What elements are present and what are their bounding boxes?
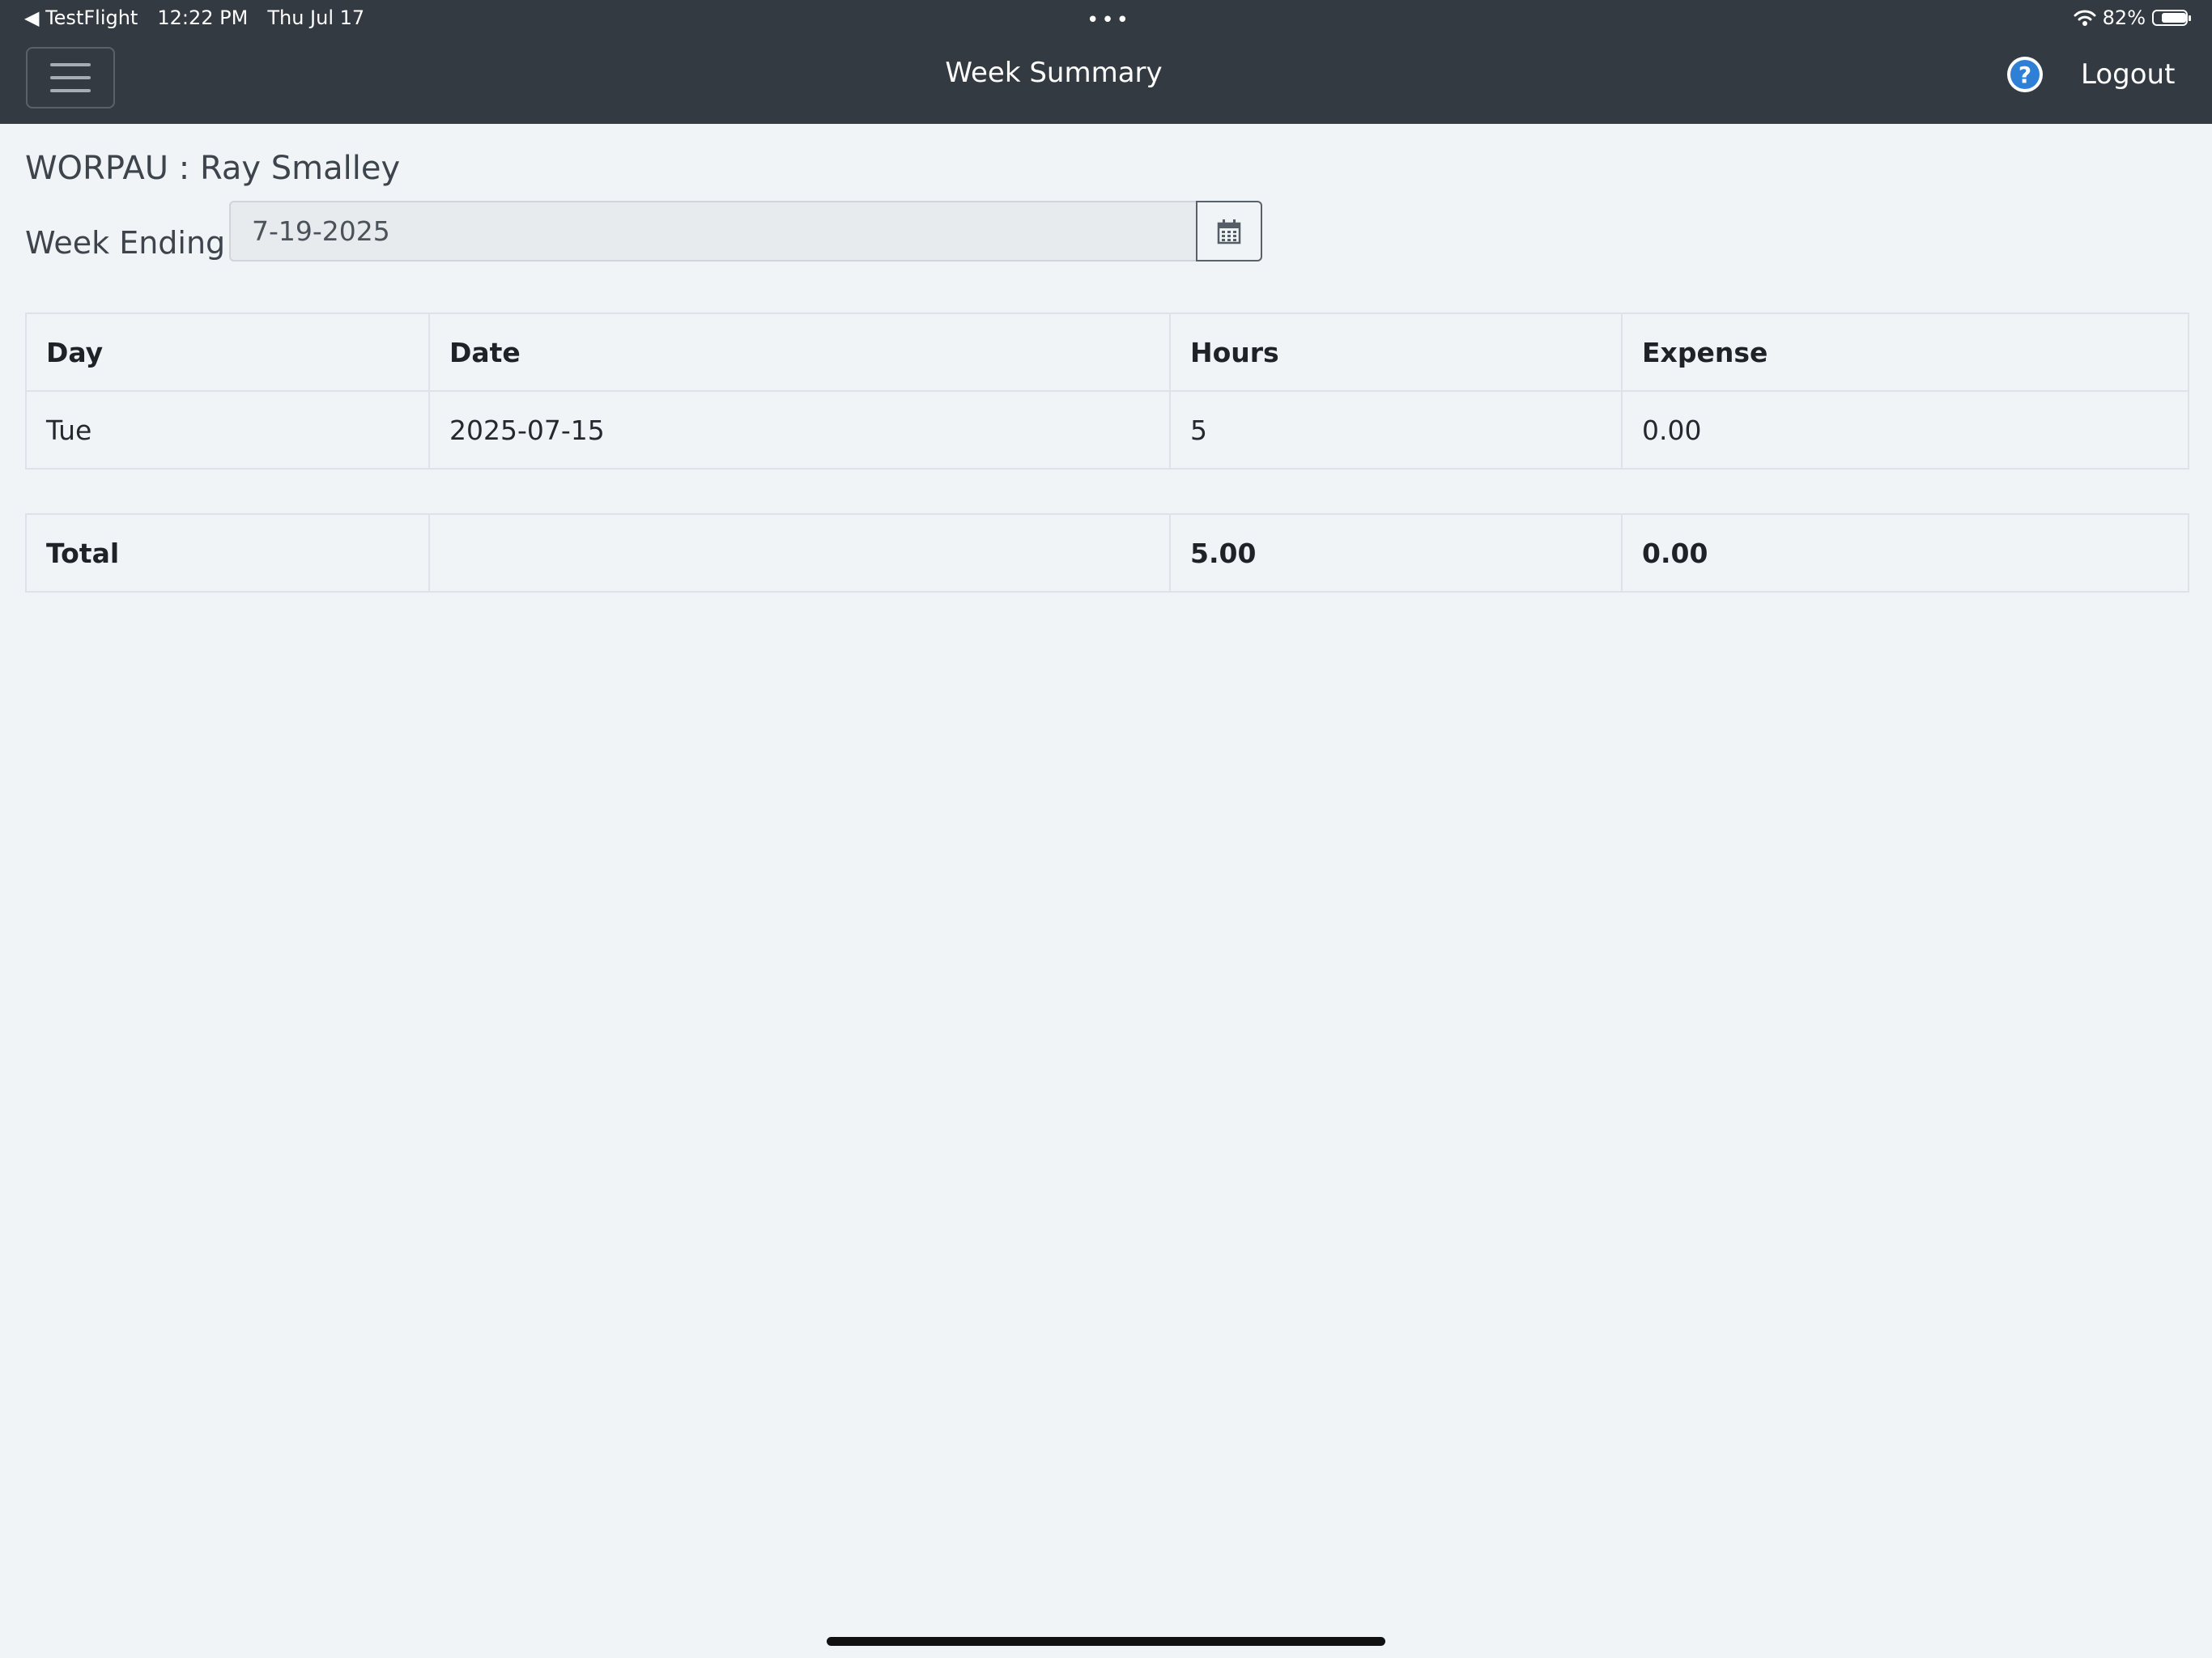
column-header-date: Date [428,312,1171,392]
calendar-icon [1217,219,1241,244]
total-date [428,513,1171,593]
column-header-expense: Expense [1621,312,2189,392]
wifi-icon [2074,10,2096,26]
home-indicator[interactable] [827,1637,1385,1646]
battery-percent: 82% [2102,6,2146,29]
battery-tip [2189,15,2191,21]
table-header-row: Day Date Hours Expense [25,312,2189,392]
battery-icon [2152,10,2191,26]
total-expense: 0.00 [1621,513,2189,593]
page-header-title: Week Summary [945,57,1163,89]
help-glyph: ? [2010,60,2040,89]
back-to-app-link[interactable]: ◀ TestFlight [24,6,138,29]
cell-hours: 5 [1169,390,1623,470]
cell-date: 2025-07-15 [428,390,1171,470]
calendar-button[interactable] [1196,201,1262,261]
table-row[interactable]: Tue 2025-07-15 5 0.00 [25,390,2189,470]
total-label: Total [25,513,430,593]
help-circle-icon[interactable]: ? [2007,57,2043,92]
cell-expense: 0.00 [1621,390,2189,470]
column-header-day: Day [25,312,430,392]
totals-table: Total 5.00 0.00 [25,513,2189,593]
status-date: Thu Jul 17 [267,6,365,29]
totals-row: Total 5.00 0.00 [25,513,2189,593]
week-ending-input[interactable]: 7-19-2025 [229,201,1197,261]
status-time: 12:22 PM [157,6,249,29]
total-hours: 5.00 [1169,513,1623,593]
battery-fill [2162,13,2186,23]
multitasking-dots[interactable]: ••• [1087,8,1131,32]
status-bar-right: 82% [2074,6,2191,29]
cell-day: Tue [25,390,430,470]
status-bar-left: ◀ TestFlight 12:22 PM Thu Jul 17 [24,6,384,29]
column-header-hours: Hours [1169,312,1623,392]
top-navigation-bar: ◀ TestFlight 12:22 PM Thu Jul 17 ••• 82%… [0,0,2212,124]
logout-button[interactable]: Logout [2081,58,2175,91]
week-ending-label: Week Ending [25,225,226,261]
week-summary-table: Day Date Hours Expense Tue 2025-07-15 5 … [25,312,2189,470]
page-title: WORPAU : Ray Smalley [25,150,401,187]
